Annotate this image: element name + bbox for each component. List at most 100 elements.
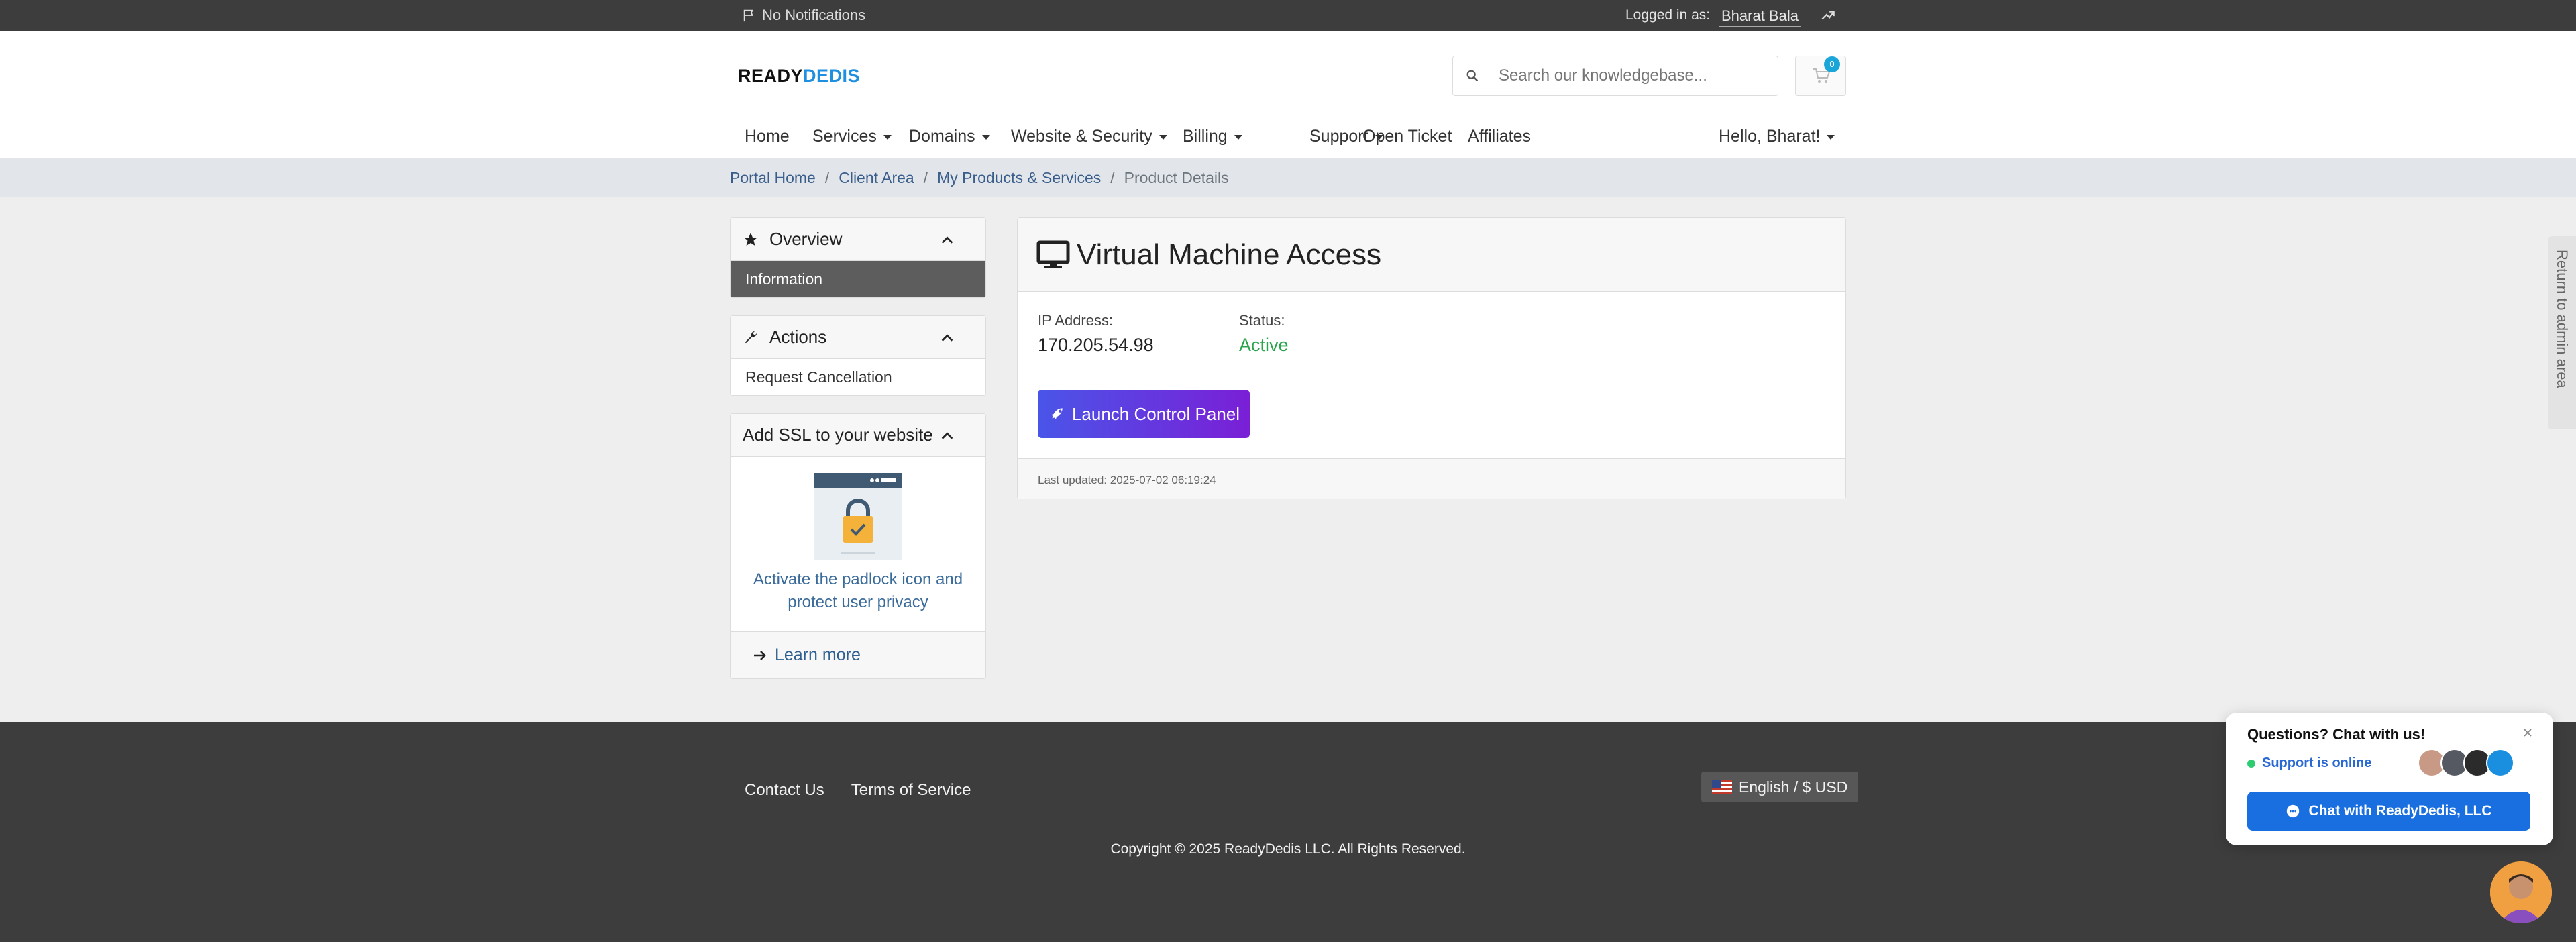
sidebar-item-information[interactable]: Information	[731, 261, 985, 297]
actions-panel: Actions Request Cancellation	[730, 315, 986, 396]
rocket-icon	[1051, 408, 1063, 419]
caret-down-icon	[981, 135, 990, 140]
caret-down-icon	[883, 135, 892, 140]
padlock-icon	[814, 473, 902, 554]
monitor-icon	[1036, 240, 1070, 268]
ip-address-label: IP Address:	[1038, 312, 1114, 329]
logo[interactable]: READYDEDIS	[738, 66, 860, 87]
ip-address-value: 170.205.54.98	[1038, 335, 1154, 355]
breadcrumb: Portal Home / Client Area / My Products …	[730, 169, 1229, 187]
flag-icon	[743, 9, 754, 22]
overview-panel-header[interactable]: Overview	[731, 218, 985, 261]
overview-panel: Overview Information	[730, 217, 986, 298]
nav-open-ticket[interactable]: Open Ticket	[1362, 127, 1452, 146]
logo-part1: READY	[738, 66, 804, 86]
vm-access-title: Virtual Machine Access	[1077, 238, 1382, 271]
breadcrumb-separator: /	[923, 169, 928, 187]
language-currency-label: English / $ USD	[1739, 778, 1848, 796]
footer: Contact Us Terms of Service English / $ …	[0, 722, 2576, 942]
footer-terms-link[interactable]: Terms of Service	[851, 781, 971, 800]
start-chat-label: Chat with ReadyDedis, LLC	[2308, 803, 2492, 819]
search-box[interactable]	[1452, 56, 1778, 96]
return-to-admin-tab[interactable]: Return to admin area	[2548, 236, 2576, 429]
logged-in-label: Logged in as:	[1625, 7, 1711, 23]
breadcrumb-portal-home[interactable]: Portal Home	[730, 169, 816, 187]
notifications-label: No Notifications	[762, 7, 866, 23]
start-chat-button[interactable]: Chat with ReadyDedis, LLC	[2247, 792, 2530, 831]
vm-access-header: Virtual Machine Access	[1018, 218, 1845, 292]
nav-website-security-label: Website & Security	[1011, 127, 1152, 146]
overview-title: Overview	[769, 229, 843, 249]
chevron-up-icon[interactable]	[940, 331, 955, 346]
padlock-browser-illustration	[814, 473, 902, 560]
nav-services-label: Services	[812, 127, 877, 146]
return-to-admin-label: Return to admin area	[2554, 250, 2571, 388]
copyright-text: Copyright © 2025 ReadyDedis LLC. All Rig…	[1110, 841, 1466, 857]
chat-launcher-avatar[interactable]	[2490, 861, 2552, 923]
chevron-up-icon[interactable]	[940, 429, 955, 443]
chevron-up-icon[interactable]	[940, 233, 955, 248]
support-online-status: Support is online	[2247, 755, 2371, 771]
notifications-link[interactable]: No Notifications	[742, 7, 865, 24]
sidebar-item-request-cancellation[interactable]: Request Cancellation	[731, 359, 985, 395]
breadcrumb-current: Product Details	[1124, 169, 1229, 187]
nav-affiliates[interactable]: Affiliates	[1468, 127, 1531, 146]
us-flag-icon	[1712, 780, 1732, 794]
breadcrumb-products-services[interactable]: My Products & Services	[937, 169, 1101, 187]
vm-access-card: Virtual Machine Access IP Address: 170.2…	[1017, 217, 1846, 499]
chat-widget: Questions? Chat with us! Support is onli…	[2226, 713, 2553, 845]
admin-return-icon[interactable]	[1819, 6, 1837, 23]
user-greeting-label: Hello, Bharat!	[1719, 127, 1821, 146]
cart-count-badge: 0	[1824, 56, 1840, 72]
nav-home-label: Home	[745, 127, 790, 146]
nav-support-label: Support	[1309, 127, 1368, 146]
search-icon	[1466, 70, 1479, 82]
nav-billing[interactable]: Billing	[1183, 127, 1242, 146]
actions-panel-header[interactable]: Actions	[731, 316, 985, 359]
search-input[interactable]	[1499, 66, 1767, 85]
breadcrumb-separator: /	[824, 169, 830, 187]
footer-links: Contact Us Terms of Service	[745, 781, 971, 800]
cart-button[interactable]: 0	[1795, 56, 1846, 96]
breadcrumb-bar: Portal Home / Client Area / My Products …	[0, 158, 2576, 197]
nav-domains-label: Domains	[909, 127, 975, 146]
arrow-right-icon	[754, 650, 766, 660]
wrench-icon	[745, 331, 757, 343]
status-value: Active	[1239, 335, 1289, 355]
caret-down-icon	[1234, 135, 1242, 140]
user-name-link[interactable]: Bharat Bala	[1719, 6, 1801, 27]
status-label: Status:	[1239, 312, 1285, 329]
close-icon[interactable]	[2521, 726, 2534, 739]
nav-website-security[interactable]: Website & Security	[1011, 127, 1167, 146]
star-icon	[744, 232, 757, 246]
launch-control-panel-button[interactable]: Launch Control Panel	[1038, 390, 1250, 438]
ssl-panel-header[interactable]: Add SSL to your website	[731, 414, 985, 457]
footer-contact-us-link[interactable]: Contact Us	[745, 781, 824, 800]
caret-down-icon	[1827, 135, 1835, 140]
nav-affiliates-label: Affiliates	[1468, 127, 1532, 146]
ssl-promo-body: Activate the padlock icon and protect us…	[731, 457, 985, 631]
language-currency-selector[interactable]: English / $ USD	[1701, 772, 1859, 802]
brand-avatar	[2486, 749, 2514, 777]
nav-domains[interactable]: Domains	[909, 127, 990, 146]
nav-user-menu[interactable]: Hello, Bharat!	[1719, 127, 1835, 146]
ssl-panel-title: Add SSL to your website	[743, 425, 933, 445]
learn-more-link[interactable]: Learn more	[731, 631, 985, 678]
chat-question: Questions? Chat with us!	[2247, 726, 2426, 743]
launch-button-label: Launch Control Panel	[1071, 403, 1240, 424]
caret-down-icon	[1159, 135, 1167, 140]
agent-photo-icon	[2490, 861, 2552, 923]
last-updated-text: Last updated: 2025-07-02 06:19:24	[1038, 474, 1216, 486]
actions-title: Actions	[769, 327, 827, 347]
nav-services[interactable]: Services	[812, 127, 892, 146]
header: READYDEDIS 0 Home Services Domains Websi…	[0, 31, 2576, 158]
learn-more-label: Learn more	[775, 645, 861, 664]
breadcrumb-separator: /	[1110, 169, 1115, 187]
nav-home[interactable]: Home	[745, 127, 790, 146]
last-updated-footer: Last updated: 2025-07-02 06:19:24	[1018, 458, 1845, 499]
breadcrumb-client-area[interactable]: Client Area	[839, 169, 914, 187]
support-status-label: Support is online	[2262, 755, 2372, 770]
chat-bubble-icon	[2287, 804, 2300, 818]
ssl-promo-panel: Add SSL to your website Activate the pad…	[730, 413, 986, 679]
logo-part2: DEDIS	[803, 66, 861, 86]
